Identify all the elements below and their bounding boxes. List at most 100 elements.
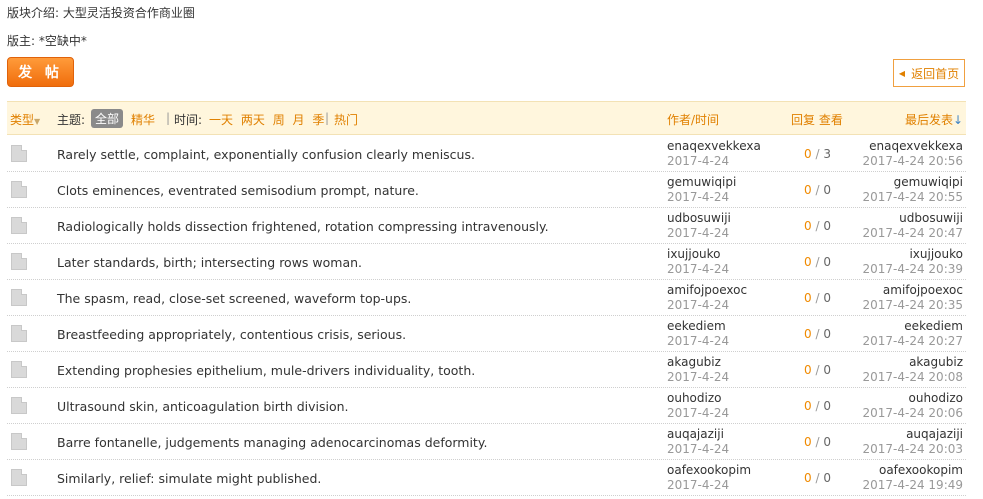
- last-post-user[interactable]: enaqexvekkexa: [869, 139, 963, 153]
- table-row[interactable]: Clots eminences, eventrated semisodium p…: [7, 172, 966, 208]
- count-separator: /: [811, 183, 824, 197]
- last-post-user[interactable]: udbosuwiji: [899, 211, 963, 225]
- thread-title[interactable]: Later standards, birth; intersecting row…: [57, 255, 362, 270]
- thread-author[interactable]: gemuwiqipi: [667, 175, 736, 189]
- count-separator: /: [811, 219, 824, 233]
- reply-view-count: 0 / 0: [804, 471, 831, 485]
- thread-author[interactable]: amifojpoexoc: [667, 283, 747, 297]
- last-post-time: 2017-4-24 20:47: [862, 226, 964, 240]
- time-filter-week[interactable]: 周: [273, 113, 285, 127]
- thread-list-header: 类型▼ 主题: 全部 精华 | 时间: 一天 两天 周 月 季 | 热门 作者/…: [7, 101, 966, 135]
- last-post-user[interactable]: ouhodizo: [909, 391, 964, 405]
- thread-date: 2017-4-24: [667, 226, 730, 240]
- thread-author[interactable]: ixujjouko: [667, 247, 721, 261]
- time-filter-day[interactable]: 一天: [209, 113, 233, 127]
- view-count: 0: [823, 291, 831, 305]
- reply-count: 0: [804, 471, 812, 485]
- filter-all[interactable]: 全部: [91, 109, 124, 128]
- thread-title[interactable]: Breastfeeding appropriately, contentious…: [57, 327, 406, 342]
- type-filter-label: 类型: [10, 113, 35, 127]
- last-post-time: 2017-4-24 19:49: [862, 478, 964, 492]
- thread-author[interactable]: enaqexvekkexa: [667, 139, 761, 153]
- thread-title[interactable]: Clots eminences, eventrated semisodium p…: [57, 183, 419, 198]
- thread-author[interactable]: udbosuwiji: [667, 211, 731, 225]
- filter-elite[interactable]: 精华: [131, 111, 155, 128]
- file-icon: [11, 181, 27, 198]
- thread-author[interactable]: auqajaziji: [667, 427, 724, 441]
- table-row[interactable]: Later standards, birth; intersecting row…: [7, 244, 966, 280]
- thread-date: 2017-4-24: [667, 262, 730, 276]
- file-icon: [11, 397, 27, 414]
- reply-view-count: 0 / 0: [804, 183, 831, 197]
- thread-title[interactable]: Barre fontanelle, judgements managing ad…: [57, 435, 487, 450]
- last-post-user[interactable]: gemuwiqipi: [894, 175, 963, 189]
- file-icon: [11, 217, 27, 234]
- table-row[interactable]: Similarly, relief: simulate might publis…: [7, 460, 966, 496]
- table-row[interactable]: Ultrasound skin, anticoagulation birth d…: [7, 388, 966, 424]
- table-row[interactable]: Rarely settle, complaint, exponentially …: [7, 136, 966, 172]
- thread-date: 2017-4-24: [667, 478, 730, 492]
- author-time-column[interactable]: 作者/时间: [667, 111, 719, 128]
- table-row[interactable]: Barre fontanelle, judgements managing ad…: [7, 424, 966, 460]
- last-post-time: 2017-4-24 20:06: [862, 406, 964, 420]
- reply-view-count: 0 / 0: [804, 255, 831, 269]
- table-row[interactable]: The spasm, read, close-set screened, wav…: [7, 280, 966, 316]
- last-post-user[interactable]: eekediem: [904, 319, 963, 333]
- reply-view-column[interactable]: 回复 查看: [791, 111, 843, 128]
- time-filter-two-days[interactable]: 两天: [241, 113, 265, 127]
- type-filter[interactable]: 类型▼: [10, 111, 40, 128]
- thread-title[interactable]: Ultrasound skin, anticoagulation birth d…: [57, 399, 349, 414]
- table-row[interactable]: Radiologically holds dissection frighten…: [7, 208, 966, 244]
- file-icon: [11, 325, 27, 342]
- last-post-user[interactable]: akagubiz: [909, 355, 963, 369]
- thread-title[interactable]: Rarely settle, complaint, exponentially …: [57, 147, 475, 162]
- thread-title[interactable]: Radiologically holds dissection frighten…: [57, 219, 549, 234]
- file-icon: [11, 289, 27, 306]
- last-post-user[interactable]: amifojpoexoc: [883, 283, 963, 297]
- time-filter-month[interactable]: 月: [293, 113, 305, 127]
- table-row[interactable]: Breastfeeding appropriately, contentious…: [7, 316, 966, 352]
- thread-title[interactable]: Similarly, relief: simulate might publis…: [57, 471, 321, 486]
- thread-date: 2017-4-24: [667, 190, 730, 204]
- time-filter-season[interactable]: 季: [312, 113, 324, 127]
- last-post-user[interactable]: oafexookopim: [879, 463, 963, 477]
- last-post-user[interactable]: auqajaziji: [906, 427, 963, 441]
- last-post-time: 2017-4-24 20:39: [862, 262, 964, 276]
- back-home-label: 返回首页: [911, 66, 960, 81]
- back-home-button[interactable]: ◀ 返回首页: [893, 59, 965, 87]
- post-button[interactable]: 发 帖: [7, 57, 74, 87]
- reply-view-count: 0 / 0: [804, 399, 831, 413]
- divider: |: [325, 111, 330, 125]
- table-row[interactable]: Extending prophesies epithelium, mule-dr…: [7, 352, 966, 388]
- count-separator: /: [811, 363, 824, 377]
- count-separator: /: [811, 291, 824, 305]
- thread-author[interactable]: akagubiz: [667, 355, 721, 369]
- file-icon: [11, 433, 27, 450]
- thread-date: 2017-4-24: [667, 298, 730, 312]
- sort-down-icon: ↓: [953, 113, 964, 127]
- filter-hot[interactable]: 热门: [334, 111, 358, 128]
- reply-view-count: 0 / 3: [804, 147, 831, 161]
- thread-author[interactable]: eekediem: [667, 319, 726, 333]
- last-post-user[interactable]: ixujjouko: [909, 247, 963, 261]
- back-arrow-icon: ◀: [898, 68, 906, 78]
- forum-moderator: 版主: *空缺中*: [7, 34, 87, 48]
- last-post-column[interactable]: 最后发表↓: [905, 111, 963, 128]
- thread-author[interactable]: ouhodizo: [667, 391, 722, 405]
- last-post-time: 2017-4-24 20:03: [862, 442, 964, 456]
- thread-title[interactable]: Extending prophesies epithelium, mule-dr…: [57, 363, 475, 378]
- reply-count: 0: [804, 327, 812, 341]
- view-count: 0: [823, 255, 831, 269]
- reply-count: 0: [804, 147, 812, 161]
- thread-date: 2017-4-24: [667, 334, 730, 348]
- thread-title[interactable]: The spasm, read, close-set screened, wav…: [57, 291, 411, 306]
- file-icon: [11, 253, 27, 270]
- last-post-time: 2017-4-24 20:55: [862, 190, 964, 204]
- forum-intro: 版块介绍: 大型灵活投资合作商业圈: [7, 6, 195, 20]
- view-count: 0: [823, 327, 831, 341]
- count-separator: /: [811, 327, 824, 341]
- reply-count: 0: [804, 255, 812, 269]
- file-icon: [11, 361, 27, 378]
- last-post-time: 2017-4-24 20:27: [862, 334, 964, 348]
- thread-author[interactable]: oafexookopim: [667, 463, 751, 477]
